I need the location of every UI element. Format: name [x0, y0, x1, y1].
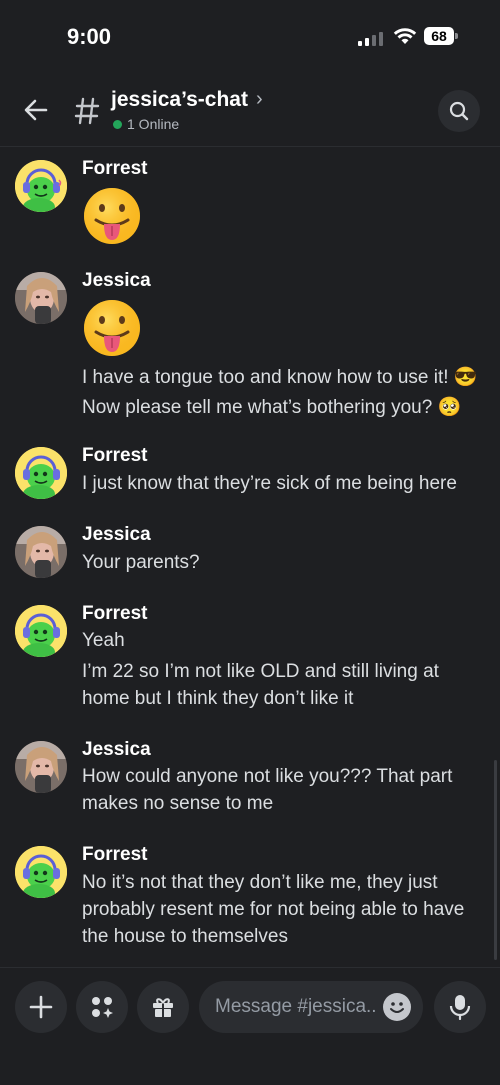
voice-message-button[interactable]	[434, 981, 486, 1033]
plus-icon	[29, 995, 53, 1019]
gift-button[interactable]	[137, 981, 189, 1033]
back-arrow-icon[interactable]	[22, 96, 50, 124]
frog-avatar-icon	[15, 846, 67, 898]
message-text: No it’s not that they don’t like me, the…	[82, 872, 438, 893]
channel-header: jessica’s-chat › 1 Online	[0, 78, 500, 147]
message-group: Forrest Yeah I’m 22 so I’m not like OLD …	[0, 603, 500, 718]
chevron-right-icon[interactable]: ›	[256, 88, 263, 111]
avatar[interactable]	[15, 447, 67, 499]
status-bar: 9:00 68	[0, 0, 500, 72]
message-author[interactable]: Forrest	[82, 445, 147, 467]
message-text: Your parents?	[82, 552, 200, 573]
online-status: 1 Online	[113, 116, 179, 132]
tongue-out-emoji	[84, 188, 140, 244]
message-text: makes no sense to me	[82, 793, 274, 814]
search-icon	[449, 101, 469, 121]
jessica-avatar-icon	[15, 741, 67, 793]
message-author[interactable]: Jessica	[82, 524, 151, 546]
message-text: How could anyone not like you??? That pa…	[82, 766, 453, 787]
avatar[interactable]	[15, 741, 67, 793]
avatar[interactable]	[15, 846, 67, 898]
frog-avatar-icon	[15, 160, 67, 212]
signal-icon	[358, 30, 383, 46]
apps-button[interactable]	[76, 981, 128, 1033]
battery-indicator: 68	[424, 27, 458, 45]
message-text: I just know that they’re sick of me bein…	[82, 473, 457, 494]
scrollbar[interactable]	[494, 760, 497, 960]
message-text: probably resent me for not being able to…	[82, 899, 465, 920]
emoji-picker-icon[interactable]	[383, 993, 411, 1021]
avatar[interactable]	[15, 526, 67, 578]
jessica-avatar-icon	[15, 526, 67, 578]
message-text: Yeah	[82, 630, 125, 651]
hashtag-icon	[74, 97, 100, 125]
message-group: Jessica How could anyone not like you???…	[0, 739, 500, 824]
status-time: 9:00	[67, 24, 112, 49]
message-author[interactable]: Jessica	[82, 739, 151, 761]
online-count: 1 Online	[127, 116, 180, 132]
message-author[interactable]: Forrest	[82, 603, 147, 625]
message-text: home but I think they don’t like it	[82, 688, 354, 709]
message-text: the house to themselves	[82, 926, 288, 947]
message-text: Now please tell me what’s bothering you?…	[82, 397, 462, 418]
message-group: Forrest I just know that they’re sick of…	[0, 445, 500, 505]
frog-avatar-icon	[15, 447, 67, 499]
avatar[interactable]	[15, 160, 67, 212]
message-text: I’m 22 so I’m not like OLD and still liv…	[82, 661, 439, 682]
message-composer	[0, 967, 500, 1085]
gift-icon	[153, 998, 173, 1017]
tongue-out-emoji	[84, 300, 140, 356]
message-group: Forrest No it’s not that they don’t like…	[0, 844, 500, 959]
message-text: I have a tongue too and know how to use …	[82, 367, 478, 388]
message-author[interactable]: Forrest	[82, 844, 147, 866]
search-button[interactable]	[438, 90, 480, 132]
message-group: Forrest	[0, 158, 500, 254]
frog-avatar-icon	[15, 605, 67, 657]
channel-title[interactable]: jessica’s-chat	[111, 88, 248, 112]
message-group: Jessica I have a tongue too and know how…	[0, 270, 500, 430]
microphone-icon	[449, 995, 471, 1020]
message-author[interactable]: Jessica	[82, 270, 151, 292]
message-author[interactable]: Forrest	[82, 158, 147, 180]
avatar[interactable]	[15, 605, 67, 657]
add-attachment-button[interactable]	[15, 981, 67, 1033]
jessica-avatar-icon	[15, 272, 67, 324]
online-dot-icon	[113, 119, 122, 129]
avatar[interactable]	[15, 272, 67, 324]
message-group: Jessica Your parents?	[0, 524, 500, 584]
wifi-icon	[393, 28, 417, 44]
apps-icon	[92, 997, 113, 1018]
